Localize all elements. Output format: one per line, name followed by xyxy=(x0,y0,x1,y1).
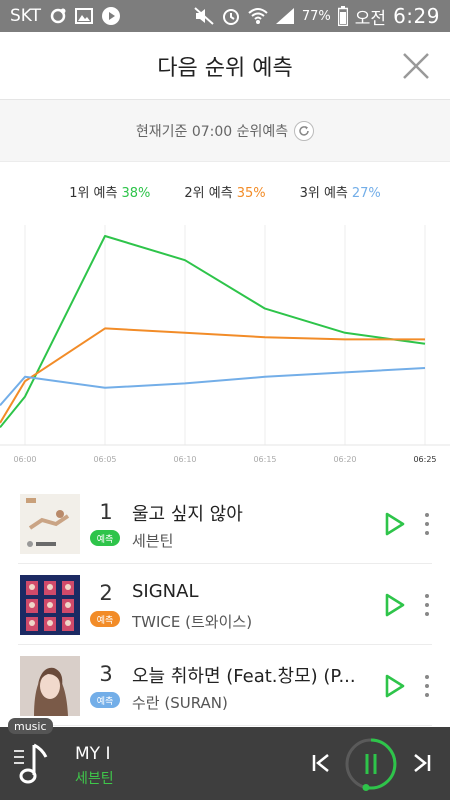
prediction-badge: 예측 xyxy=(90,530,120,546)
legend-label: 2위 예측 xyxy=(184,186,233,201)
legend-percent: 27% xyxy=(351,186,381,201)
series-line-rank-1 xyxy=(0,235,426,429)
battery-icon xyxy=(337,6,348,26)
play-button[interactable] xyxy=(384,512,406,536)
more-icon xyxy=(425,513,429,517)
legend-percent: 38% xyxy=(121,186,151,201)
more-options-button[interactable] xyxy=(418,673,436,699)
play-icon xyxy=(385,674,405,698)
song-title[interactable]: 울고 싶지 않아 xyxy=(132,500,372,526)
notification-icon xyxy=(49,7,67,25)
album-art[interactable] xyxy=(20,656,80,716)
series-line-rank-2 xyxy=(0,327,425,424)
song-row-3[interactable]: 3 예측 오늘 취하면 (Feat.창모) (P... 수란 (SURAN) xyxy=(18,645,432,726)
clock-prefix: 오전 xyxy=(354,8,387,29)
battery-percent: 77% xyxy=(301,8,331,24)
close-icon xyxy=(403,53,429,79)
playlist-button[interactable] xyxy=(12,743,52,785)
rank-number: 2 xyxy=(99,581,113,605)
rank-number: 3 xyxy=(99,662,113,686)
more-icon xyxy=(425,675,429,679)
wifi-icon xyxy=(248,7,268,25)
mini-player[interactable]: MY I 세븐틴 xyxy=(0,727,450,800)
play-button[interactable] xyxy=(384,593,406,617)
x-tick-label: 06:00 xyxy=(13,455,36,464)
next-button[interactable] xyxy=(410,751,434,775)
carrier-label: SKT xyxy=(10,6,42,26)
song-list: 1 예측 울고 싶지 않아 세븐틴 2 예측 SIGNAL TWICE (트와이… xyxy=(0,483,450,726)
song-artist[interactable]: 세븐틴 xyxy=(132,530,372,551)
x-tick-label: 06:20 xyxy=(333,455,356,464)
prediction-chart: 06:00 06:05 06:10 06:15 06:20 06:25 xyxy=(0,215,450,470)
more-options-button[interactable] xyxy=(418,592,436,618)
legend-item-rank-2: 2위 예측 35% xyxy=(184,182,265,201)
image-icon xyxy=(75,7,94,25)
legend-percent: 35% xyxy=(236,186,266,201)
x-tick-label: 06:10 xyxy=(173,455,196,464)
prediction-line-chart: 06:00 06:05 06:10 06:15 06:20 06:25 xyxy=(0,225,450,464)
mute-icon xyxy=(194,7,214,25)
signal-icon xyxy=(275,7,295,25)
play-icon xyxy=(385,512,405,536)
prediction-basis: 현재기준 07:00 순위예측 xyxy=(0,100,450,162)
x-tick-label: 06:05 xyxy=(93,455,116,464)
series-line-rank-3 xyxy=(0,367,426,407)
previous-button[interactable] xyxy=(309,751,333,775)
music-tab[interactable]: music xyxy=(8,718,53,734)
play-icon xyxy=(385,593,405,617)
x-tick-label: 06:25 xyxy=(413,455,436,464)
play-store-icon xyxy=(101,6,121,26)
more-icon xyxy=(425,594,429,598)
song-row-2[interactable]: 2 예측 SIGNAL TWICE (트와이스) xyxy=(18,564,432,645)
pause-button[interactable] xyxy=(344,737,398,791)
song-title[interactable]: 오늘 취하면 (Feat.창모) (P... xyxy=(132,662,372,688)
more-options-button[interactable] xyxy=(418,511,436,537)
prediction-basis-text: 현재기준 07:00 순위예측 xyxy=(135,123,289,140)
legend-item-rank-3: 3위 예측 27% xyxy=(300,182,381,201)
previous-icon xyxy=(312,754,329,772)
status-bar: SKT 77% 오전 6:29 xyxy=(0,0,450,32)
alarm-icon xyxy=(221,6,241,26)
playlist-icon xyxy=(14,743,48,784)
legend-label: 3위 예측 xyxy=(299,186,348,201)
album-art[interactable] xyxy=(20,575,80,635)
song-artist[interactable]: 수란 (SURAN) xyxy=(132,692,372,713)
header: 다음 순위 예측 xyxy=(0,32,450,100)
chart-legend: 1위 예측 38% 2위 예측 35% 3위 예측 27% xyxy=(0,182,450,201)
clock-time: 6:29 xyxy=(393,4,440,28)
play-button[interactable] xyxy=(384,674,406,698)
prediction-badge: 예측 xyxy=(90,611,120,627)
close-button[interactable] xyxy=(400,50,432,82)
refresh-icon xyxy=(299,125,309,136)
legend-item-rank-1: 1위 예측 38% xyxy=(69,182,150,201)
song-artist[interactable]: TWICE (트와이스) xyxy=(132,611,372,632)
prediction-badge: 예측 xyxy=(90,692,120,708)
song-row-1[interactable]: 1 예측 울고 싶지 않아 세븐틴 xyxy=(18,483,432,564)
song-title[interactable]: SIGNAL xyxy=(132,581,372,602)
album-art[interactable] xyxy=(20,494,80,554)
legend-label: 1위 예측 xyxy=(69,186,118,201)
next-icon xyxy=(414,754,431,772)
x-tick-label: 06:15 xyxy=(253,455,276,464)
refresh-button[interactable] xyxy=(294,120,315,141)
now-playing-artist[interactable]: 세븐틴 xyxy=(75,768,114,788)
pause-icon xyxy=(345,738,397,791)
rank-number: 1 xyxy=(99,500,113,524)
now-playing-title[interactable]: MY I xyxy=(75,744,110,764)
page-title: 다음 순위 예측 xyxy=(157,55,293,81)
